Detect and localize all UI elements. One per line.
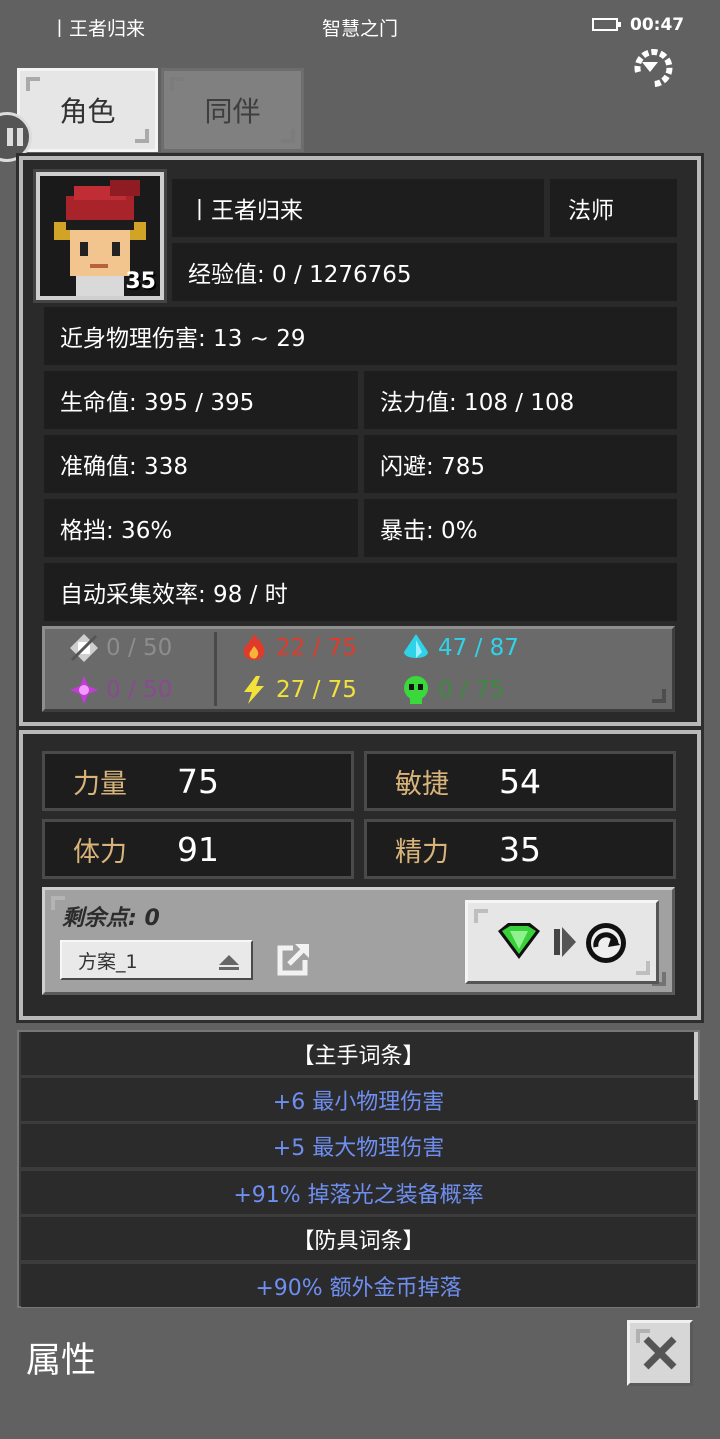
gather-rate-value: 自动采集效率: 98 / 时 <box>44 563 677 621</box>
resistance-arcane-value: 0 / 50 <box>106 677 173 703</box>
affix-item[interactable]: +6 最小物理伤害 <box>21 1078 696 1121</box>
attr-energy-label: 精力 <box>395 836 449 868</box>
resistance-lightning: 27 / 75 <box>238 674 357 706</box>
accuracy-value: 准确值: 338 <box>44 435 358 493</box>
status-clock: 00:47 <box>630 15 685 35</box>
affix-item[interactable]: +90% 额外金币掉落 <box>21 1264 696 1307</box>
dodge-value: 闪避: 785 <box>364 435 677 493</box>
plan-selected-value: 方案_1 <box>78 950 138 973</box>
resistance-water: 47 / 87 <box>400 632 519 664</box>
lightning-icon <box>244 676 264 704</box>
resistance-divider <box>214 632 217 706</box>
gem-reset-button[interactable] <box>465 900 659 984</box>
resistance-arcane: 0 / 50 <box>68 674 172 706</box>
close-icon <box>643 1336 677 1370</box>
experience-value: 经验值: 0 / 1276765 <box>172 243 677 301</box>
attr-strength-value: 75 <box>177 761 219 801</box>
poison-icon <box>404 676 428 704</box>
arrow-right-icon <box>554 927 576 957</box>
character-name: 丨王者归来 <box>172 179 544 237</box>
water-icon <box>404 634 428 658</box>
character-class: 法师 <box>550 179 677 237</box>
physical-icon <box>70 634 98 662</box>
attr-agility: 敏捷 54 <box>364 751 676 811</box>
melee-damage-value: 近身物理伤害: 13 ~ 29 <box>44 307 677 365</box>
attr-stamina-label: 体力 <box>73 836 127 868</box>
crit-value: 暴击: 0% <box>364 499 677 557</box>
resistance-physical-value: 0 / 50 <box>106 635 173 661</box>
plan-dropdown[interactable]: 方案_1 <box>60 940 253 980</box>
affix-header-armor: 【防具词条】 <box>21 1217 696 1260</box>
fire-icon <box>243 634 265 660</box>
resistance-fire-value: 22 / 75 <box>276 635 357 661</box>
resistance-water-value: 47 / 87 <box>438 635 519 661</box>
tab-character-label: 角色 <box>59 95 116 128</box>
resistance-poison: 0 / 75 <box>400 674 504 706</box>
affix-scrollbar[interactable] <box>694 1032 698 1100</box>
affix-header-main-hand: 【主手词条】 <box>21 1032 696 1075</box>
attr-agility-value: 54 <box>499 761 541 801</box>
character-level: 35 <box>125 269 156 294</box>
page-title: 属性 <box>26 1341 97 1381</box>
resistance-lightning-value: 27 / 75 <box>276 677 357 703</box>
tab-companion-label: 同伴 <box>204 95 261 128</box>
hp-value: 生命值: 395 / 395 <box>44 371 358 429</box>
remaining-points: 剩余点: 0 <box>62 906 160 931</box>
tab-character[interactable]: 角色 <box>17 68 158 152</box>
dropdown-arrow-icon <box>219 955 239 970</box>
character-portrait[interactable]: 35 <box>33 169 167 303</box>
resistance-fire: 22 / 75 <box>238 632 357 664</box>
attr-stamina-value: 91 <box>177 829 219 869</box>
attr-strength: 力量 75 <box>42 751 354 811</box>
reset-icon <box>586 923 626 963</box>
battery-icon <box>592 18 621 31</box>
block-value: 格挡: 36% <box>44 499 358 557</box>
resistance-physical: 0 / 50 <box>68 632 172 664</box>
close-button[interactable] <box>627 1320 693 1386</box>
tab-companion[interactable]: 同伴 <box>161 68 304 152</box>
attr-energy: 精力 35 <box>364 819 676 879</box>
green-gem-icon <box>498 923 540 959</box>
arcane-icon <box>70 676 98 704</box>
resistance-poison-value: 0 / 75 <box>438 677 505 703</box>
refresh-icon[interactable] <box>628 42 680 90</box>
share-icon[interactable] <box>277 942 311 976</box>
attr-stamina: 体力 91 <box>42 819 354 879</box>
attr-energy-value: 35 <box>499 829 541 869</box>
attr-strength-label: 力量 <box>73 768 127 800</box>
affix-item[interactable]: +5 最大物理伤害 <box>21 1124 696 1167</box>
mp-value: 法力值: 108 / 108 <box>364 371 677 429</box>
attr-agility-label: 敏捷 <box>395 768 449 800</box>
affix-item[interactable]: +91% 掉落光之装备概率 <box>21 1171 696 1214</box>
